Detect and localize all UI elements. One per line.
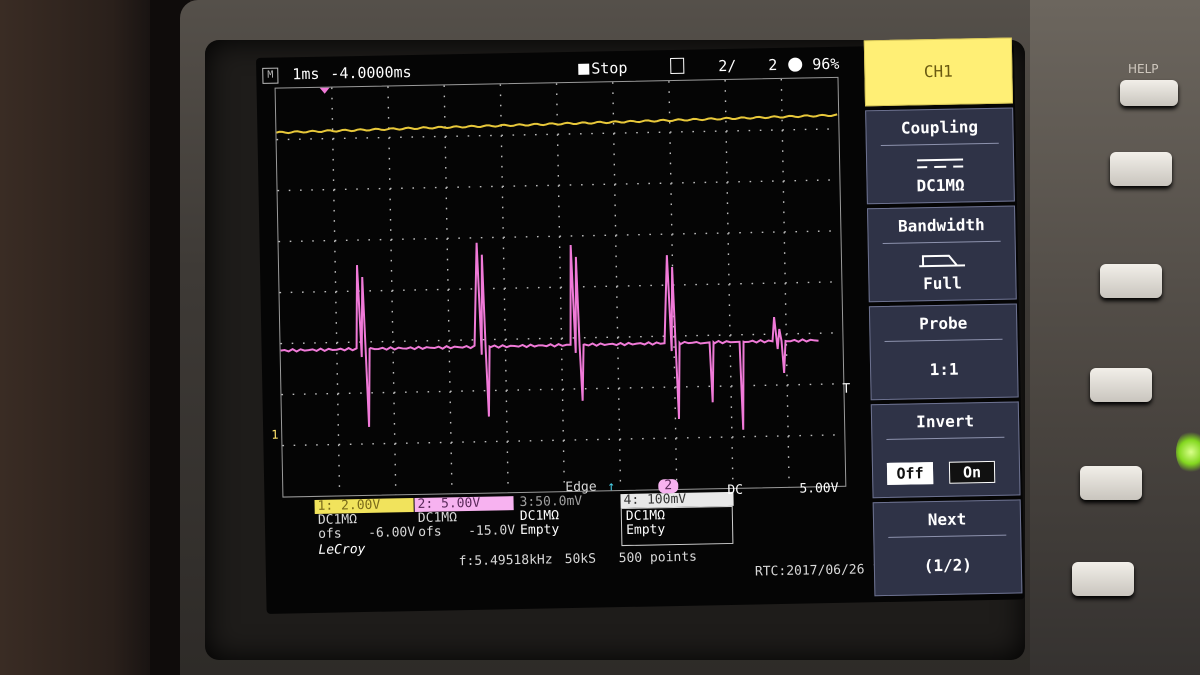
next-page: (1/2)	[923, 555, 973, 576]
softkey-button-1[interactable]	[1110, 152, 1172, 186]
stop-icon	[578, 63, 590, 75]
brand-logo: LeCroy	[318, 541, 366, 558]
ch3-scale[interactable]: 3:50.0mV	[516, 494, 619, 510]
softkey-button-4[interactable]	[1080, 466, 1142, 500]
trigger-edge-icon: ↑	[607, 479, 616, 495]
help-button[interactable]	[1120, 80, 1178, 106]
trigger-coupling: DC	[727, 482, 744, 499]
graticule-dots	[276, 78, 835, 497]
run-state[interactable]: Stop	[578, 59, 628, 78]
frequency-readout: f:5.49518kHz	[458, 552, 553, 570]
ch3-state: Empty	[519, 522, 560, 539]
ch1-ground-marker: 1	[271, 427, 279, 442]
timebase-value: 1ms	[292, 64, 320, 84]
softkey-button-2[interactable]	[1100, 264, 1162, 298]
coupling-dc-icon	[917, 158, 964, 169]
ch1-offset-label: ofs	[318, 526, 342, 542]
record-length: 500 points	[618, 549, 698, 567]
bandwidth-title: Bandwidth	[897, 215, 985, 236]
waveform-grid[interactable]	[274, 76, 847, 498]
trigger-type: Edge	[565, 479, 597, 496]
help-label: HELP	[1128, 62, 1159, 76]
invert-softkey[interactable]: Invert Off On	[870, 401, 1021, 499]
probe-value: 1:1	[929, 359, 959, 380]
coupling-title: Coupling	[900, 117, 979, 138]
invert-on-option[interactable]: On	[948, 460, 996, 484]
graticule	[276, 78, 838, 497]
ch1-offset: -6.00V	[368, 525, 416, 541]
bandwidth-full-icon	[919, 254, 966, 268]
ch2-offset-label: ofs	[417, 524, 442, 540]
ch1-scale[interactable]: 1: 2.00V	[314, 498, 414, 514]
probe-softkey[interactable]: Probe 1:1	[868, 303, 1019, 401]
oscilloscope-screen: M 1ms -4.0000ms Stop 2/ 2 96% 1 T 1: 2.0…	[256, 37, 1025, 614]
ch2-scale[interactable]: 2: 5.00V	[414, 496, 514, 513]
trigger-source: 2	[658, 478, 679, 494]
sample-rate: 50kS	[564, 551, 597, 568]
softkey-button-5[interactable]	[1072, 562, 1134, 596]
sequence-a: 2/	[718, 56, 737, 76]
ch2-offset: -15.0V	[467, 523, 516, 540]
ch1-trace	[276, 113, 838, 135]
next-softkey[interactable]: Next (1/2)	[872, 499, 1023, 597]
probe-title: Probe	[918, 313, 968, 334]
trigger-position-marker	[319, 87, 330, 94]
status-led	[1176, 430, 1200, 474]
delay-value: -4.0000ms	[330, 63, 412, 83]
trigger-level-marker: T	[842, 381, 851, 397]
trigger-level: 5.00V	[799, 480, 839, 497]
ch4-state: Empty	[625, 522, 666, 538]
battery-level: 96%	[812, 54, 840, 74]
bandwidth-value: Full	[923, 273, 962, 294]
ch2-trace	[280, 242, 819, 430]
bandwidth-softkey[interactable]: Bandwidth Full	[866, 205, 1017, 303]
battery-icon	[788, 56, 803, 74]
sequence-b: 2	[768, 55, 778, 75]
softkey-menu: CH1 Coupling DC1MΩ Bandwidth Full Probe	[863, 37, 1023, 597]
softkey-button-3[interactable]	[1090, 368, 1152, 402]
invert-off-option[interactable]: Off	[886, 462, 934, 485]
menu-title-ch1[interactable]: CH1	[863, 37, 1014, 107]
background-wall	[0, 0, 160, 675]
memory-icon	[670, 57, 685, 76]
invert-title: Invert	[916, 411, 975, 432]
coupling-softkey[interactable]: Coupling DC1MΩ	[865, 107, 1015, 205]
next-title: Next	[927, 509, 967, 530]
coupling-value: DC1MΩ	[916, 175, 965, 196]
